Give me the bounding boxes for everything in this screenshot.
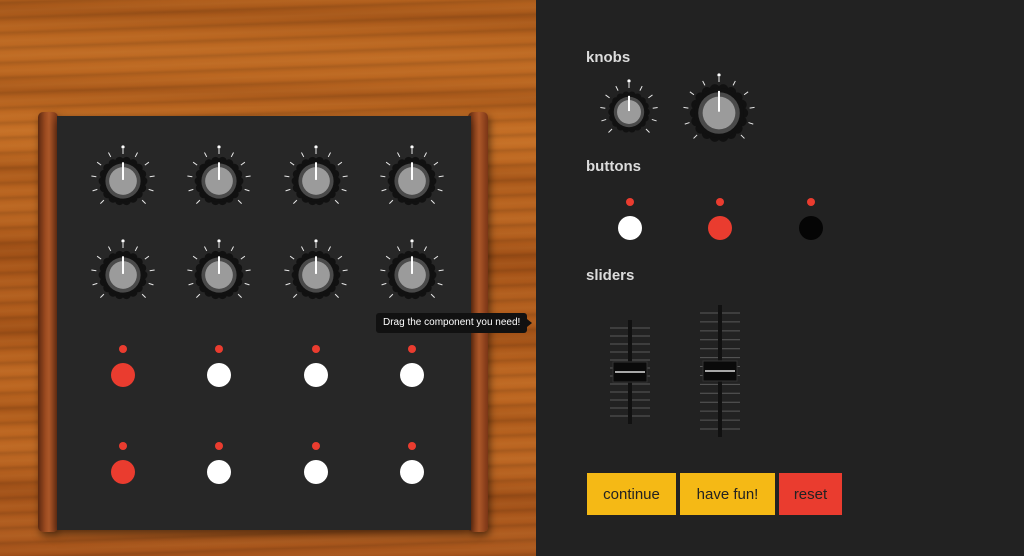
component-palette: knobs buttons sliders continue have fun!… [536, 0, 1024, 556]
palette-slider-short[interactable] [607, 320, 653, 424]
button-cap[interactable] [207, 460, 231, 484]
panel-knob[interactable] [280, 239, 352, 311]
button-cap[interactable] [400, 363, 424, 387]
have-fun-button[interactable]: have fun! [680, 473, 775, 515]
knobs-title: knobs [586, 49, 631, 66]
button-led [716, 198, 724, 206]
button-cap[interactable] [400, 460, 424, 484]
panel-knob[interactable] [376, 145, 448, 217]
button-led [408, 442, 416, 450]
button-led [807, 198, 815, 206]
button-cap[interactable] [799, 216, 823, 240]
button-cap[interactable] [207, 363, 231, 387]
panel-knob[interactable] [87, 239, 159, 311]
panel-knob[interactable] [183, 145, 255, 217]
button-cap[interactable] [304, 363, 328, 387]
panel-button-white[interactable] [296, 442, 336, 492]
panel-knob[interactable] [376, 239, 448, 311]
reset-button[interactable]: reset [779, 473, 842, 515]
sliders-title: sliders [586, 267, 635, 284]
button-led [119, 442, 127, 450]
button-cap[interactable] [111, 460, 135, 484]
button-cap[interactable] [304, 460, 328, 484]
palette-knob-large[interactable] [679, 73, 759, 153]
panel-button-white[interactable] [199, 442, 239, 492]
button-led [312, 345, 320, 353]
panel-button-red[interactable] [103, 442, 143, 492]
wood-workspace [0, 0, 536, 556]
button-cap[interactable] [708, 216, 732, 240]
button-led [215, 442, 223, 450]
button-cap[interactable] [111, 363, 135, 387]
panel-button-white[interactable] [392, 345, 432, 395]
button-led [626, 198, 634, 206]
button-led [119, 345, 127, 353]
palette-slider-tall[interactable] [697, 305, 743, 437]
panel-knob[interactable] [280, 145, 352, 217]
drag-tooltip: Drag the component you need! [376, 313, 533, 333]
button-led [215, 345, 223, 353]
palette-button-white[interactable] [610, 198, 650, 248]
panel-knob[interactable] [87, 145, 159, 217]
button-cap[interactable] [618, 216, 642, 240]
palette-button-red[interactable] [700, 198, 740, 248]
wood-side-left [38, 112, 58, 532]
panel-knob[interactable] [183, 239, 255, 311]
panel-button-white[interactable] [296, 345, 336, 395]
panel-button-red[interactable] [103, 345, 143, 395]
panel-button-white[interactable] [199, 345, 239, 395]
continue-button[interactable]: continue [587, 473, 676, 515]
button-led [408, 345, 416, 353]
palette-knob-small[interactable] [596, 79, 662, 145]
buttons-title: buttons [586, 158, 641, 175]
palette-button-black[interactable] [791, 198, 831, 248]
panel-button-white[interactable] [392, 442, 432, 492]
button-led [312, 442, 320, 450]
